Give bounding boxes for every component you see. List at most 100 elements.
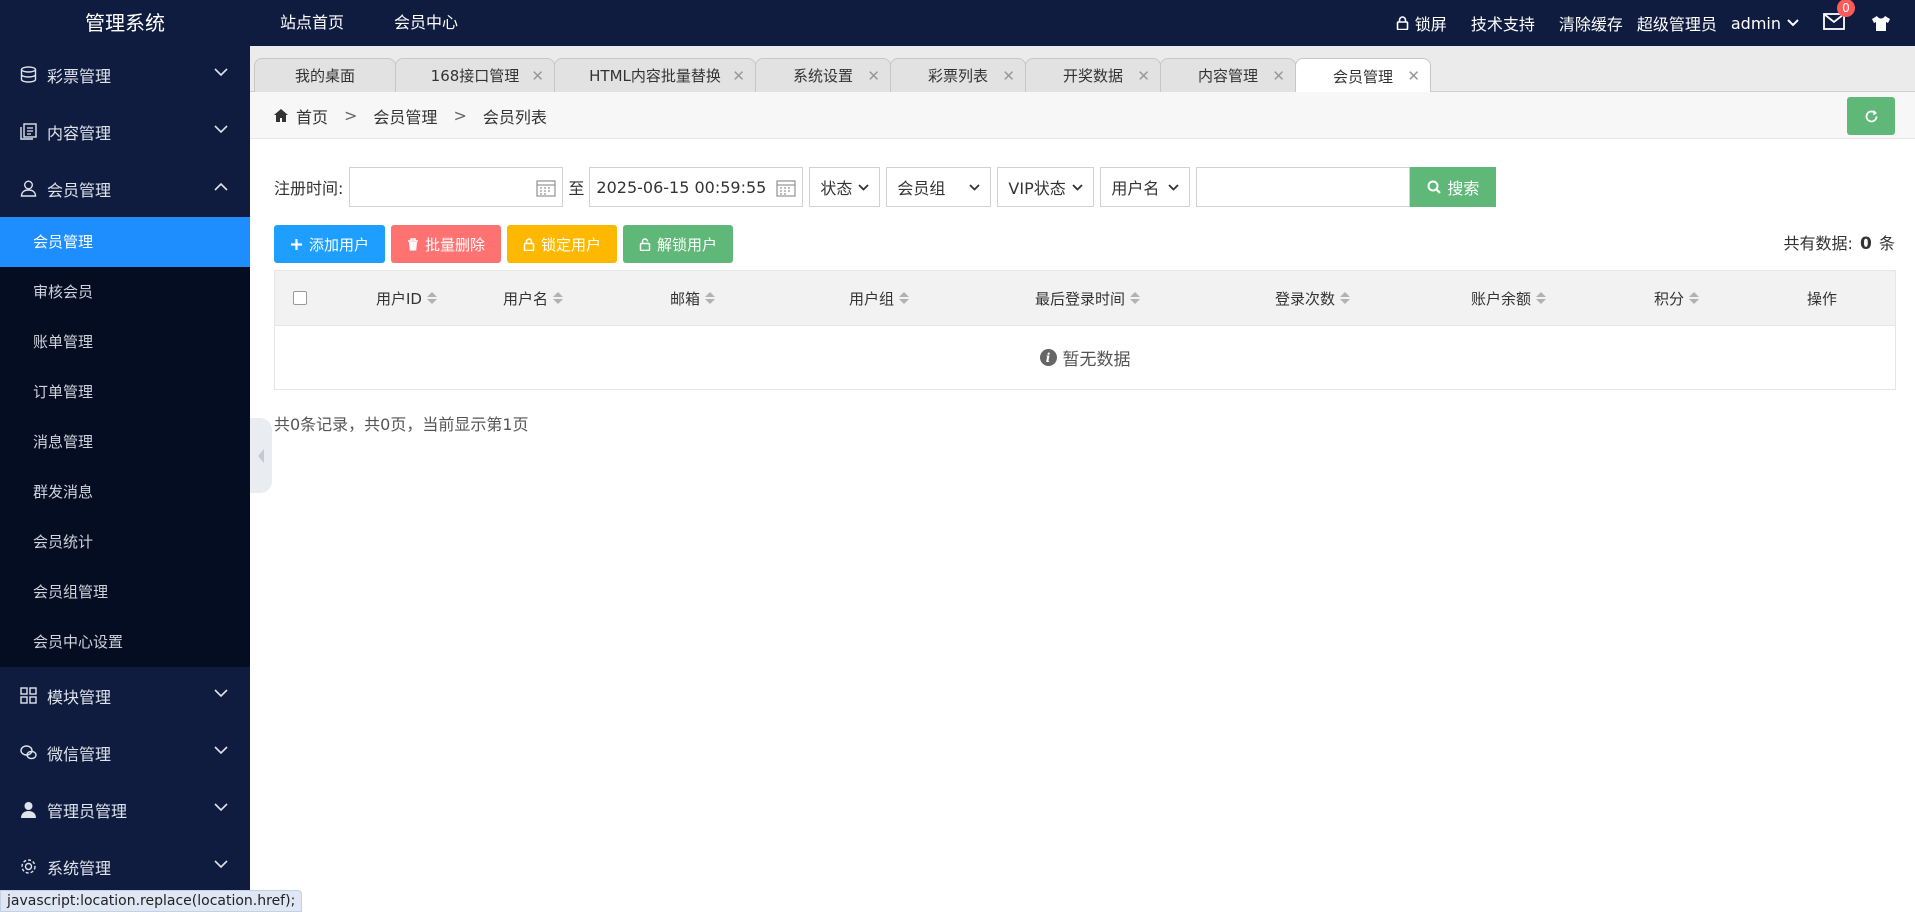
tab-draw-data[interactable]: 开奖数据 ✕ <box>1025 58 1161 92</box>
col-header-username[interactable]: 用户名 <box>503 271 564 325</box>
sidebar-item-member-center-settings[interactable]: 会员中心设置 <box>0 617 250 667</box>
breadcrumb-item[interactable]: 会员管理 <box>373 104 437 128</box>
sidebar-group-content[interactable]: 内容管理 <box>0 103 250 160</box>
reg-time-start-input[interactable] <box>349 167 564 207</box>
sort-icon[interactable] <box>899 292 910 304</box>
lock-icon <box>523 237 535 251</box>
col-header-user-group[interactable]: 用户组 <box>849 271 910 325</box>
messages-button[interactable]: 0 <box>1823 0 1855 33</box>
sidebar-item-member-management[interactable]: 会员管理 <box>0 217 250 267</box>
col-header-points[interactable]: 积分 <box>1654 271 1700 325</box>
calendar-icon <box>776 180 797 197</box>
unlock-user-button[interactable]: 解锁用户 <box>623 225 734 263</box>
tab-168-api[interactable]: 168接口管理 ✕ <box>395 58 555 92</box>
sidebar-item-member-stats[interactable]: 会员统计 <box>0 517 250 567</box>
sidebar-group-members[interactable]: 会员管理 <box>0 160 250 217</box>
sort-icon[interactable] <box>426 292 437 304</box>
close-icon[interactable]: ✕ <box>531 67 544 85</box>
search-field-select[interactable]: 用户名 <box>1100 167 1191 207</box>
tab-html-replace[interactable]: HTML内容批量替换 ✕ <box>554 58 756 92</box>
sidebar-item-review-members[interactable]: 审核会员 <box>0 267 250 317</box>
empty-text: 暂无数据 <box>1062 350 1131 370</box>
chevron-down-icon <box>969 183 981 191</box>
chevron-up-icon <box>214 182 228 191</box>
reg-time-end-input[interactable]: 2025-06-15 00:59:55 <box>589 167 804 207</box>
col-header-label: 用户名 <box>503 289 549 308</box>
sidebar-group-modules[interactable]: 模块管理 <box>0 667 250 724</box>
chevron-down-icon <box>1072 183 1084 191</box>
add-user-button[interactable]: 添加用户 <box>274 225 386 263</box>
select-all-checkbox-cell <box>293 271 307 325</box>
breadcrumb-home[interactable]: 首页 <box>296 104 328 128</box>
refresh-button[interactable] <box>1847 97 1895 135</box>
sidebar-group-admins[interactable]: 管理员管理 <box>0 781 250 838</box>
status-select-value: 状态 <box>820 179 853 198</box>
lock-user-button[interactable]: 锁定用户 <box>507 225 618 263</box>
vip-status-select[interactable]: VIP状态 <box>997 167 1095 207</box>
tab-label: 彩票列表 <box>927 67 988 85</box>
tab-lottery-list[interactable]: 彩票列表 ✕ <box>890 58 1026 92</box>
pagination-summary: 共0条记录，共0页，当前显示第1页 <box>274 415 529 434</box>
tech-support-link[interactable]: 技术支持 <box>1471 11 1535 35</box>
sidebar-item-orders[interactable]: 订单管理 <box>0 367 250 417</box>
status-select[interactable]: 状态 <box>809 167 881 207</box>
clear-cache-link[interactable]: 清除缓存 <box>1559 11 1623 35</box>
select-all-checkbox[interactable] <box>293 291 307 305</box>
sidebar-collapse-handle[interactable] <box>250 418 272 493</box>
tab-label: 开奖数据 <box>1062 67 1123 85</box>
tab-label: HTML内容批量替换 <box>589 67 721 85</box>
sidebar-group-label: 微信管理 <box>47 744 112 764</box>
sidebar-group-lottery[interactable]: 彩票管理 <box>0 46 250 103</box>
chevron-left-icon <box>258 448 264 463</box>
sidebar-group-wechat[interactable]: 微信管理 <box>0 724 250 781</box>
col-header-balance[interactable]: 账户余额 <box>1471 271 1547 325</box>
total-suffix: 条 <box>1878 234 1895 253</box>
lock-screen-button[interactable]: 锁屏 <box>1396 11 1447 35</box>
sort-icon[interactable] <box>1689 292 1700 304</box>
sort-icon[interactable] <box>1536 292 1547 304</box>
close-icon[interactable]: ✕ <box>1407 67 1420 85</box>
sort-icon[interactable] <box>1340 292 1351 304</box>
member-group-select[interactable]: 会员组 <box>886 167 992 207</box>
close-icon[interactable]: ✕ <box>1002 67 1015 85</box>
keyword-input[interactable] <box>1196 167 1411 207</box>
chevron-down-icon <box>214 803 228 812</box>
chevron-down-icon <box>858 183 870 191</box>
sidebar: 彩票管理 内容管理 会员管理 会员管理 审核会员 账单管理 订单管理 消息管理 … <box>0 46 250 912</box>
chevron-down-icon <box>214 689 228 698</box>
sidebar-item-bills[interactable]: 账单管理 <box>0 317 250 367</box>
col-header-email[interactable]: 邮箱 <box>670 271 716 325</box>
search-button[interactable]: 搜索 <box>1410 167 1497 207</box>
sort-icon[interactable] <box>1130 292 1141 304</box>
tab-system-settings[interactable]: 系统设置 ✕ <box>755 58 891 92</box>
sidebar-group-system[interactable]: 系统管理 <box>0 838 250 895</box>
sidebar-item-mass-message[interactable]: 群发消息 <box>0 467 250 517</box>
col-header-login-count[interactable]: 登录次数 <box>1275 271 1351 325</box>
member-submenu: 会员管理 审核会员 账单管理 订单管理 消息管理 群发消息 会员统计 会员组管理… <box>0 217 250 667</box>
col-header-label: 用户组 <box>849 289 895 308</box>
close-icon[interactable]: ✕ <box>1272 67 1285 85</box>
close-icon[interactable]: ✕ <box>1137 67 1150 85</box>
home-icon <box>274 109 288 122</box>
close-icon[interactable]: ✕ <box>732 67 745 85</box>
user-menu[interactable]: admin <box>1731 14 1799 33</box>
theme-button[interactable] <box>1871 15 1891 32</box>
nav-site-home[interactable]: 站点首页 <box>280 0 344 46</box>
batch-delete-button[interactable]: 批量删除 <box>391 225 502 263</box>
col-header-user-id[interactable]: 用户ID <box>376 271 437 325</box>
tab-member-management[interactable]: 会员管理 ✕ <box>1295 58 1431 93</box>
sort-icon[interactable] <box>705 292 716 304</box>
search-field-select-value: 用户名 <box>1111 179 1160 198</box>
close-icon[interactable]: ✕ <box>867 67 880 85</box>
nav-member-center[interactable]: 会员中心 <box>394 0 458 46</box>
sidebar-group-label: 会员管理 <box>47 180 112 200</box>
chevron-down-icon <box>1168 183 1180 191</box>
tab-label: 我的桌面 <box>294 67 355 85</box>
sort-icon[interactable] <box>553 292 564 304</box>
lock-icon <box>1396 16 1409 30</box>
sidebar-item-messages[interactable]: 消息管理 <box>0 417 250 467</box>
tab-content-management[interactable]: 内容管理 ✕ <box>1160 58 1296 92</box>
tab-my-desktop[interactable]: 我的桌面 <box>254 58 396 92</box>
sidebar-item-member-groups[interactable]: 会员组管理 <box>0 567 250 617</box>
col-header-last-login[interactable]: 最后登录时间 <box>1035 271 1141 325</box>
